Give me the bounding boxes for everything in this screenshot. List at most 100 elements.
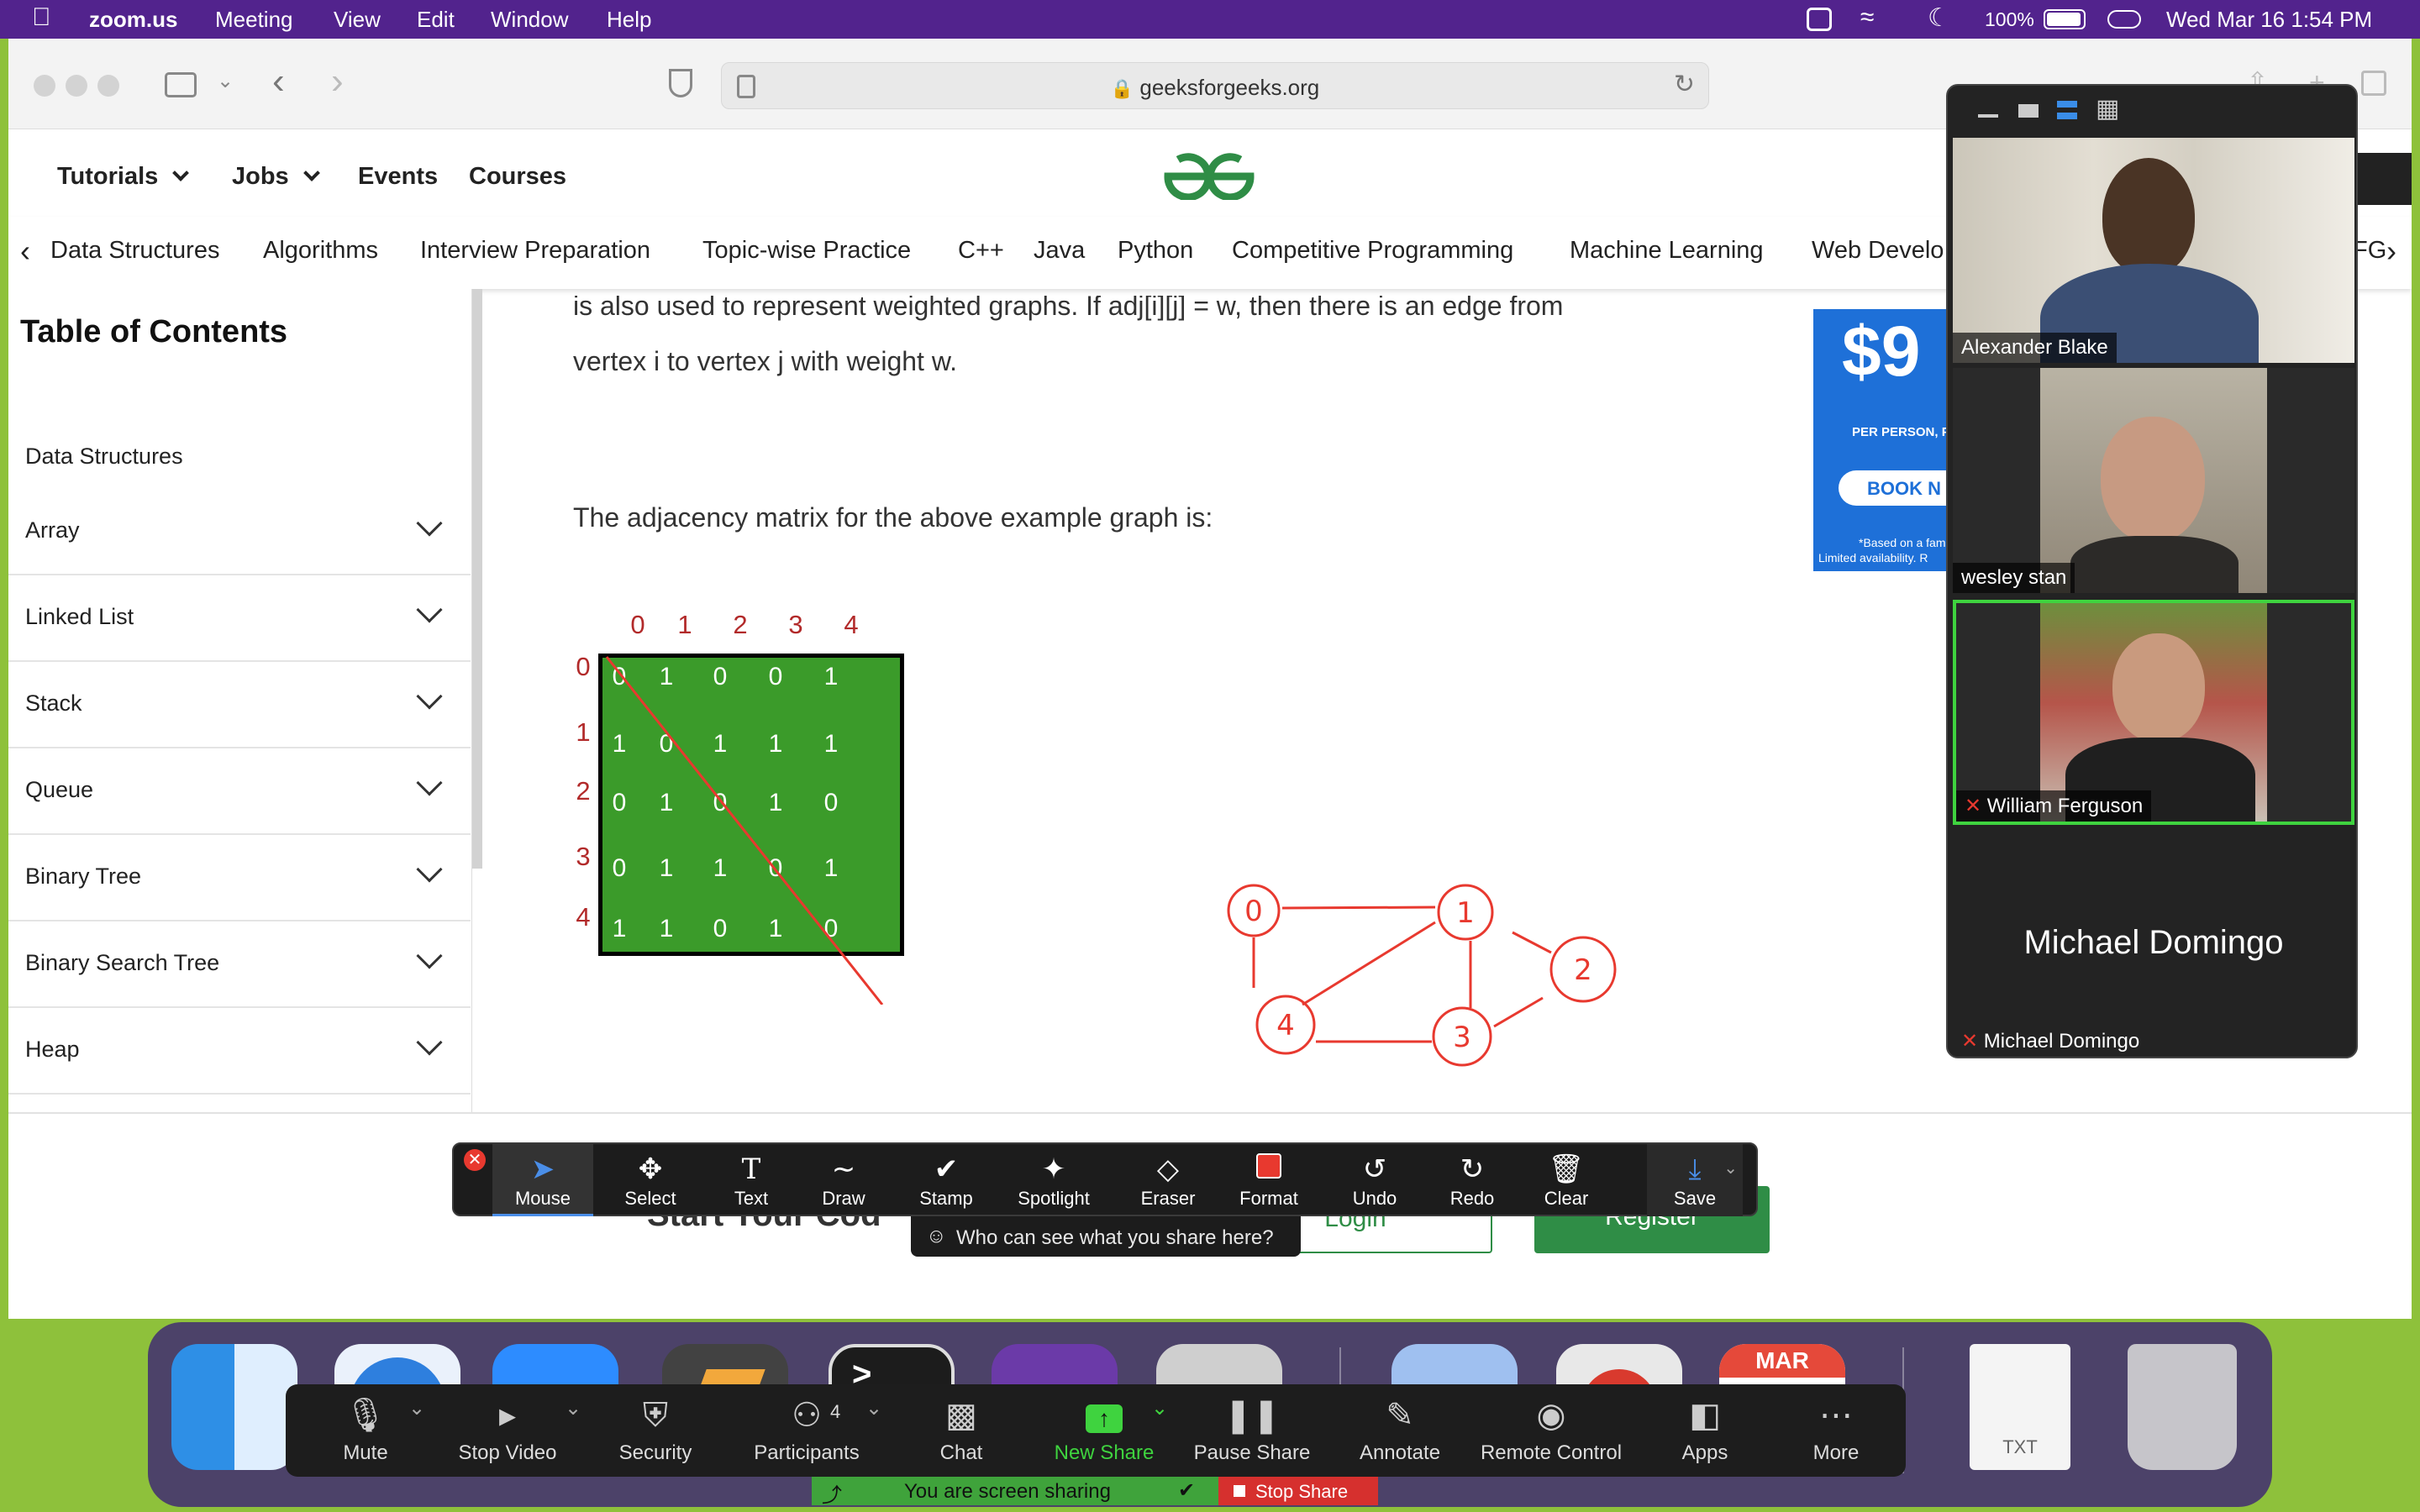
- window-zoom-button[interactable]: [97, 75, 119, 97]
- subnav-item[interactable]: Machine Learning: [1570, 237, 1764, 265]
- nav-tutorials[interactable]: Tutorials: [57, 163, 190, 191]
- more-button[interactable]: ⋯ More: [1790, 1384, 1882, 1477]
- txt-file-icon[interactable]: TXT: [1970, 1344, 2070, 1470]
- trash-icon[interactable]: [2128, 1344, 2237, 1470]
- remote-control-button[interactable]: ◉ Remote Control: [1467, 1384, 1635, 1477]
- toc-item-queue[interactable]: Queue: [8, 748, 471, 835]
- chevron-up-icon[interactable]: ⌄: [408, 1396, 425, 1420]
- subnav-item[interactable]: C++: [958, 237, 1004, 265]
- menu-edit[interactable]: Edit: [417, 7, 455, 33]
- address-bar[interactable]: 🔒 geeksforgeeks.org ↻: [721, 62, 1709, 109]
- gallery-view-icon[interactable]: ▦: [2096, 97, 2119, 122]
- subnav-right-icon[interactable]: ›: [2386, 234, 2396, 269]
- graph-node-label: 2: [1574, 953, 1592, 987]
- subnav-item[interactable]: Competitive Programming: [1232, 237, 1513, 265]
- security-button[interactable]: ⛨ Security: [605, 1384, 706, 1477]
- pause-share-button[interactable]: ❚❚ Pause Share: [1185, 1384, 1319, 1477]
- ad-book-button[interactable]: BOOK N: [1839, 470, 1956, 506]
- strip-view-icon[interactable]: [2057, 101, 2077, 119]
- graph-node-label: 3: [1453, 1021, 1471, 1054]
- nav-events[interactable]: Events: [358, 163, 438, 191]
- sidebar-icon[interactable]: [165, 72, 197, 97]
- participants-button[interactable]: ⚇ 4 Participants: [739, 1384, 874, 1477]
- control-label: Mute: [343, 1441, 388, 1464]
- apps-button[interactable]: ◧ Apps: [1659, 1384, 1751, 1477]
- ad-banner[interactable]: $9 PER PERSON, P BOOK N *Based on a fam …: [1813, 309, 1956, 571]
- chevron-down-icon: [416, 769, 443, 796]
- subnav-item[interactable]: Topic-wise Practice: [702, 237, 911, 265]
- annotate-button[interactable]: ✎ Annotate: [1341, 1384, 1459, 1477]
- minimize-icon[interactable]: [1978, 114, 1998, 118]
- privacy-shield-icon[interactable]: [669, 69, 692, 97]
- tab-overview-icon[interactable]: [2361, 71, 2386, 96]
- toc-item-linked-list[interactable]: Linked List: [8, 575, 471, 662]
- toc-first-item[interactable]: Data Structures: [25, 444, 183, 470]
- subnav-item[interactable]: Python: [1118, 237, 1193, 265]
- speaker-view-icon[interactable]: [2018, 104, 2039, 118]
- tool-mouse[interactable]: ➤ Mouse: [492, 1144, 593, 1216]
- tool-save[interactable]: ⤓ Save ⌄: [1647, 1144, 1743, 1216]
- apple-icon[interactable]: : [32, 3, 51, 32]
- tool-format[interactable]: Format: [1218, 1144, 1319, 1216]
- chevron-up-icon[interactable]: ⌄: [565, 1396, 581, 1420]
- window-minimize-button[interactable]: [66, 75, 87, 97]
- subnav-item[interactable]: Data Structures: [50, 237, 219, 265]
- finder-app-icon[interactable]: [171, 1344, 297, 1470]
- tool-text[interactable]: T Text: [701, 1144, 802, 1216]
- subnav-item[interactable]: Java: [1034, 237, 1085, 265]
- moon-icon[interactable]: ☾: [1928, 3, 1950, 33]
- toc-scrollbar[interactable]: [472, 289, 482, 869]
- battery-icon[interactable]: [2044, 9, 2086, 29]
- mute-button[interactable]: 🎙 Mute: [319, 1384, 412, 1477]
- toc-item-binary-tree[interactable]: Binary Tree: [8, 835, 471, 921]
- share-visibility-hint[interactable]: ☺ Who can see what you share here?: [911, 1216, 1301, 1257]
- chevron-up-icon[interactable]: ⌄: [1151, 1396, 1168, 1420]
- subnav-item[interactable]: Web Develo: [1812, 237, 1944, 265]
- stop-share-button[interactable]: Stop Share: [1218, 1477, 1378, 1505]
- nav-jobs[interactable]: Jobs: [232, 163, 320, 191]
- menu-view[interactable]: View: [334, 7, 381, 33]
- wifi-icon[interactable]: ≈: [1860, 3, 1874, 32]
- window-close-button[interactable]: [34, 75, 55, 97]
- toc-item-heap[interactable]: Heap: [8, 1008, 471, 1095]
- chat-button[interactable]: ▩ Chat: [911, 1384, 1012, 1477]
- subnav-item[interactable]: Interview Preparation: [420, 237, 650, 265]
- tool-draw[interactable]: ∼ Draw: [793, 1144, 894, 1216]
- menu-meeting[interactable]: Meeting: [215, 7, 293, 33]
- chevron-up-icon[interactable]: ⌄: [865, 1396, 882, 1420]
- chevron-down-icon[interactable]: ⌄: [217, 69, 234, 93]
- tool-spotlight[interactable]: ✦ Spotlight: [1003, 1144, 1104, 1216]
- chevron-down-icon: [416, 942, 443, 969]
- subnav-left-icon[interactable]: ‹: [20, 234, 30, 269]
- participant-tile[interactable]: Michael Domingo ✕ Michael Domingo: [1953, 832, 2354, 1057]
- tool-redo[interactable]: ↻ Redo: [1422, 1144, 1523, 1216]
- participant-tile[interactable]: wesley stan: [1953, 368, 2354, 593]
- close-annotation-icon[interactable]: ✕: [464, 1149, 486, 1171]
- participant-tile[interactable]: Alexander Blake: [1953, 138, 2354, 363]
- toc-item-array[interactable]: Array: [8, 489, 471, 575]
- nav-courses[interactable]: Courses: [469, 163, 566, 191]
- menu-help[interactable]: Help: [607, 7, 651, 33]
- toc-item-stack[interactable]: Stack: [8, 662, 471, 748]
- tool-select[interactable]: ✥ Select: [600, 1144, 701, 1216]
- tool-eraser[interactable]: ◇ Eraser: [1118, 1144, 1218, 1216]
- menu-app-name[interactable]: zoom.us: [89, 7, 177, 33]
- reload-icon[interactable]: ↻: [1674, 70, 1695, 99]
- tool-undo[interactable]: ↺ Undo: [1324, 1144, 1425, 1216]
- tool-stamp[interactable]: ✔ Stamp: [896, 1144, 997, 1216]
- chevron-down-icon: ⌄: [1723, 1159, 1738, 1178]
- stop-video-button[interactable]: ▸ Stop Video: [450, 1384, 565, 1477]
- gfg-logo[interactable]: [1161, 148, 1257, 200]
- chat-bubble-icon: ▩: [945, 1397, 977, 1434]
- tool-clear[interactable]: 🗑 Clear: [1516, 1144, 1617, 1216]
- subnav-item[interactable]: Algorithms: [263, 237, 378, 265]
- forward-icon[interactable]: ›: [331, 60, 344, 102]
- toc-item-bst[interactable]: Binary Search Tree: [8, 921, 471, 1008]
- control-center-icon[interactable]: [2107, 10, 2141, 29]
- participant-tile-active[interactable]: ✕ William Ferguson: [1953, 600, 2354, 825]
- drive-icon[interactable]: [1807, 8, 1832, 31]
- subnav-item[interactable]: FG: [2353, 237, 2386, 265]
- menu-window[interactable]: Window: [491, 7, 568, 33]
- back-icon[interactable]: ‹: [272, 60, 285, 102]
- new-share-button[interactable]: ↑ New Share: [1045, 1384, 1163, 1477]
